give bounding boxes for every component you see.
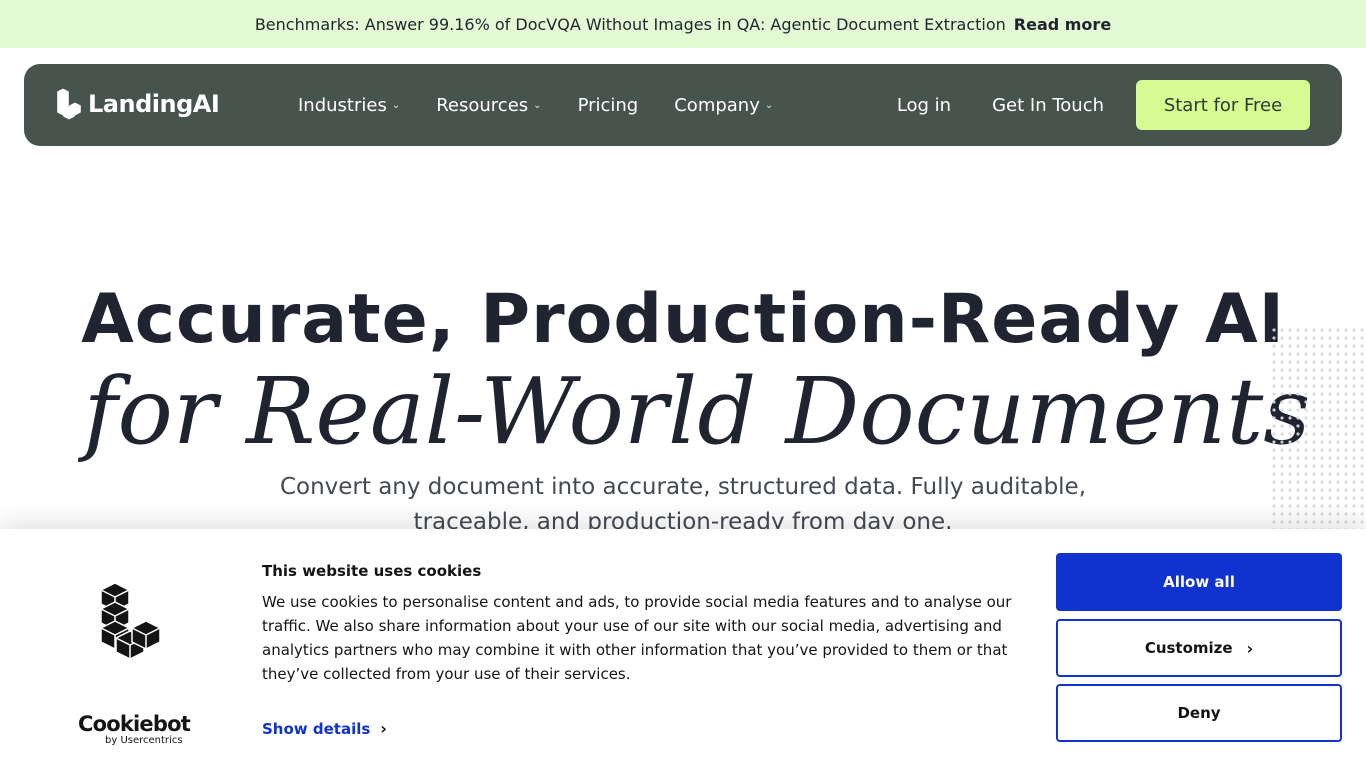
nav-item-industries[interactable]: Industries ⌄ <box>298 95 400 116</box>
show-details-label: Show details <box>262 719 371 738</box>
allow-all-button[interactable]: Allow all <box>1056 553 1342 611</box>
get-in-touch-link[interactable]: Get In Touch <box>992 95 1104 116</box>
chevron-down-icon: ⌄ <box>533 99 542 111</box>
cookiebot-by-line: by Usercentrics <box>105 735 183 746</box>
deny-button[interactable]: Deny <box>1056 684 1342 742</box>
cookie-title: This website uses cookies <box>262 562 482 580</box>
nav-actions: Log in Get In Touch Start for Free <box>897 80 1310 130</box>
chevron-right-icon: › <box>380 719 387 738</box>
nav-item-label: Company <box>674 94 760 116</box>
cookiebot-logo[interactable]: Cookiebot by Usercentrics <box>78 712 191 746</box>
announcement-bar: Benchmarks: Answer 99.16% of DocVQA With… <box>0 0 1366 48</box>
cookie-consent-banner: Cookiebot by Usercentrics This website u… <box>0 529 1366 768</box>
announcement-text: Benchmarks: Answer 99.16% of DocVQA With… <box>254 14 1006 34</box>
decorative-dot-pattern <box>1270 326 1366 536</box>
chevron-down-icon: ⌄ <box>391 99 401 111</box>
nav-item-label: Resources <box>436 94 529 116</box>
login-link[interactable]: Log in <box>897 95 951 116</box>
logo-text: LandingAI <box>88 90 220 118</box>
nav-item-resources[interactable]: Resources ⌄ <box>436 95 541 116</box>
nav-menu: Industries ⌄ Resources ⌄ Pricing Company… <box>298 64 809 146</box>
cookiebot-name: Cookiebot <box>78 712 191 736</box>
customize-button[interactable]: Customize › <box>1056 619 1342 677</box>
nav-item-label: Pricing <box>577 94 639 116</box>
landingai-logo[interactable]: LandingAI <box>56 88 220 120</box>
company-cube-logo-icon <box>100 582 161 660</box>
cookie-body-text: We use cookies to personalise content an… <box>262 593 1012 683</box>
announcement-read-more-link[interactable]: Read more <box>1014 15 1111 34</box>
customize-label: Customize <box>1144 639 1233 657</box>
nav-item-label: Industries <box>298 94 387 116</box>
hero-title: Accurate, Production-Ready AI <box>81 280 1285 359</box>
landingai-logo-icon <box>57 88 81 120</box>
chevron-down-icon: ⌄ <box>764 99 774 111</box>
show-details-link[interactable]: Show details › <box>262 719 387 738</box>
start-for-free-button[interactable]: Start for Free <box>1136 80 1310 130</box>
nav-item-company[interactable]: Company ⌄ <box>674 95 773 116</box>
nav-item-pricing[interactable]: Pricing <box>578 95 639 116</box>
hero-subtitle: for Real-World Documents <box>83 358 1311 465</box>
chevron-right-icon: › <box>1246 638 1254 658</box>
main-navbar: LandingAI Industries ⌄ Resources ⌄ Prici… <box>24 64 1342 146</box>
